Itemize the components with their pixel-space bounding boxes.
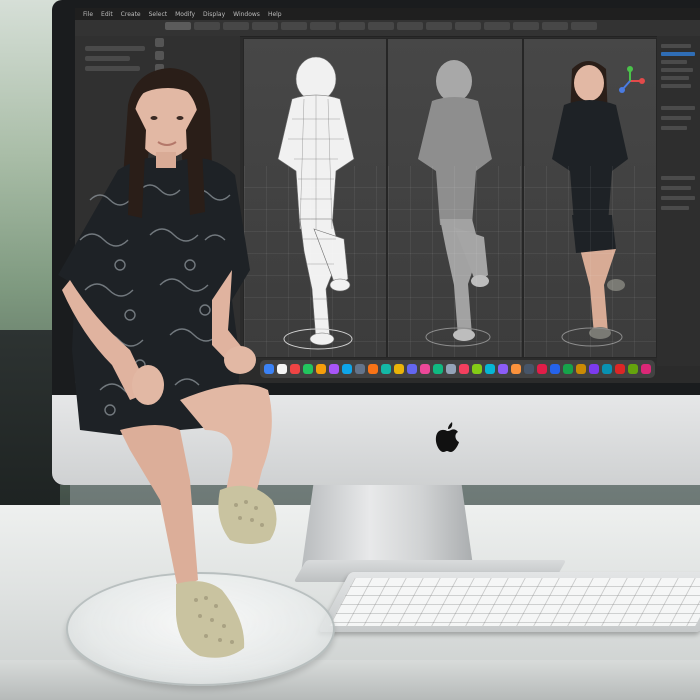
- dock-app-icon[interactable]: [641, 364, 651, 374]
- dock-app-icon[interactable]: [433, 364, 443, 374]
- monitor-chin: [52, 395, 700, 485]
- dock-app-icon[interactable]: [381, 364, 391, 374]
- property-row[interactable]: [661, 84, 691, 88]
- dock-app-icon[interactable]: [277, 364, 287, 374]
- dock-app-icon[interactable]: [316, 364, 326, 374]
- outliner-row[interactable]: [85, 46, 145, 51]
- property-row[interactable]: [661, 116, 691, 120]
- menu-windows[interactable]: Windows: [233, 11, 260, 18]
- toolbar-tab[interactable]: [252, 22, 278, 30]
- tool-strip: [155, 38, 165, 158]
- toolbar-tab[interactable]: [426, 22, 452, 30]
- viewport-grid: [388, 166, 522, 357]
- toolbar-tab[interactable]: [223, 22, 249, 30]
- toolbar-tab[interactable]: [339, 22, 365, 30]
- menu-select[interactable]: Select: [149, 11, 168, 18]
- rotate-tool-icon[interactable]: [155, 64, 164, 73]
- scale-tool-icon[interactable]: [155, 77, 164, 86]
- viewport-clay[interactable]: [387, 38, 523, 358]
- app-menubar: File Edit Create Select Modify Display W…: [75, 8, 700, 20]
- toolbar-tab[interactable]: [194, 22, 220, 30]
- annotate-tool-icon[interactable]: [155, 103, 164, 112]
- toolbar-tab[interactable]: [542, 22, 568, 30]
- toolbar-tab[interactable]: [455, 22, 481, 30]
- property-row[interactable]: [661, 68, 693, 72]
- menu-help[interactable]: Help: [268, 11, 282, 18]
- dock-app-icon[interactable]: [368, 364, 378, 374]
- background-shadow: [0, 330, 60, 530]
- menu-edit[interactable]: Edit: [101, 11, 113, 18]
- viewport-grid: [244, 166, 386, 357]
- viewport-wireframe[interactable]: [243, 38, 387, 358]
- dock-app-icon[interactable]: [550, 364, 560, 374]
- dock-app-icon[interactable]: [485, 364, 495, 374]
- menu-create[interactable]: Create: [121, 11, 141, 18]
- outliner-row[interactable]: [85, 66, 140, 71]
- dock-app-icon[interactable]: [290, 364, 300, 374]
- dock-app-icon[interactable]: [420, 364, 430, 374]
- menu-modify[interactable]: Modify: [175, 11, 195, 18]
- toolbar-tab[interactable]: [513, 22, 539, 30]
- outliner-row[interactable]: [85, 56, 130, 61]
- property-row[interactable]: [661, 44, 691, 48]
- acrylic-display-base: [66, 572, 335, 686]
- select-tool-icon[interactable]: [155, 38, 164, 47]
- keyboard: [318, 572, 700, 632]
- dock-app-icon[interactable]: [602, 364, 612, 374]
- keyboard-keys: [329, 578, 700, 626]
- property-row[interactable]: [661, 76, 689, 80]
- property-row[interactable]: [661, 196, 695, 200]
- dock-app-icon[interactable]: [563, 364, 573, 374]
- toolbar-tab[interactable]: [165, 22, 191, 30]
- dock-app-icon[interactable]: [394, 364, 404, 374]
- property-row[interactable]: [661, 176, 695, 180]
- dock-app-icon[interactable]: [498, 364, 508, 374]
- dock-app-icon[interactable]: [576, 364, 586, 374]
- toolbar-tab[interactable]: [397, 22, 423, 30]
- viewport-grid: [524, 166, 656, 357]
- photo-scene: File Edit Create Select Modify Display W…: [0, 0, 700, 700]
- dock-app-icon[interactable]: [589, 364, 599, 374]
- dock-app-icon[interactable]: [407, 364, 417, 374]
- monitor-screen: File Edit Create Select Modify Display W…: [75, 8, 700, 383]
- apple-logo-icon: [435, 422, 459, 452]
- toolbar-tab[interactable]: [368, 22, 394, 30]
- dock-app-icon[interactable]: [342, 364, 352, 374]
- dock-app-icon[interactable]: [537, 364, 547, 374]
- dock-app-icon[interactable]: [459, 364, 469, 374]
- properties-panel: [657, 36, 700, 366]
- property-row-selected[interactable]: [661, 52, 695, 56]
- menu-file[interactable]: File: [83, 11, 93, 18]
- dock-app-icon[interactable]: [264, 364, 274, 374]
- dock-app-icon[interactable]: [472, 364, 482, 374]
- toolbar-tab[interactable]: [310, 22, 336, 30]
- toolbar-tab[interactable]: [281, 22, 307, 30]
- move-tool-icon[interactable]: [155, 51, 164, 60]
- axis-gizmo-icon[interactable]: [615, 66, 645, 96]
- property-row[interactable]: [661, 60, 687, 64]
- dock-app-icon[interactable]: [329, 364, 339, 374]
- property-row[interactable]: [661, 106, 695, 110]
- property-row[interactable]: [661, 186, 691, 190]
- property-row[interactable]: [661, 126, 687, 130]
- transform-tool-icon[interactable]: [155, 90, 164, 99]
- menu-display[interactable]: Display: [203, 11, 225, 18]
- dock-app-icon[interactable]: [628, 364, 638, 374]
- toolbar-tabs: [165, 22, 597, 32]
- dock-app-icon[interactable]: [303, 364, 313, 374]
- dock-app-icon[interactable]: [511, 364, 521, 374]
- dock-app-icon[interactable]: [615, 364, 625, 374]
- property-row[interactable]: [661, 206, 689, 210]
- dock-app-icon[interactable]: [355, 364, 365, 374]
- macos-dock: [260, 360, 655, 378]
- toolbar-tab[interactable]: [571, 22, 597, 30]
- measure-tool-icon[interactable]: [155, 116, 164, 125]
- dock-app-icon[interactable]: [446, 364, 456, 374]
- toolbar-tab[interactable]: [484, 22, 510, 30]
- dock-app-icon[interactable]: [524, 364, 534, 374]
